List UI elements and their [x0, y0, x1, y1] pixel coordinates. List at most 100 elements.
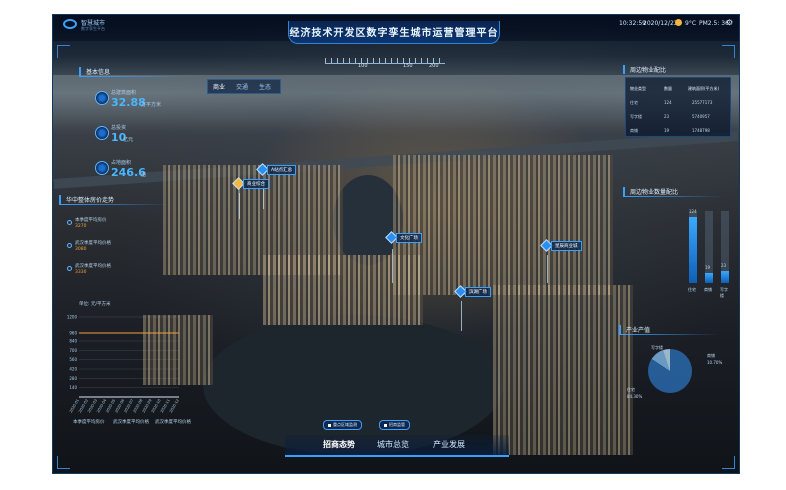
stat-unit: 亩 [141, 172, 147, 178]
frame-corner [57, 456, 70, 469]
pin-line [547, 255, 548, 283]
bar [705, 272, 713, 283]
city-buildings [393, 155, 613, 295]
table-header: 建筑面积(平方米) [688, 86, 720, 91]
city-buildings [493, 285, 633, 455]
price-trend-chart: 14028042056070084096012002020-012020-022… [67, 315, 180, 414]
legend-item: 武汉季度平均价格 [155, 420, 191, 425]
pin-line [239, 193, 240, 219]
pin-line [461, 301, 462, 331]
ruler-label: 100 [358, 63, 368, 69]
investment-icon [95, 126, 109, 140]
nav-industry[interactable]: 产业发展 [433, 439, 465, 450]
investment-pill-button[interactable]: 招商监管 [379, 420, 410, 430]
stat-label: 总建筑面积 [111, 90, 137, 96]
nav-investment[interactable]: 招商态势 [323, 439, 355, 450]
bar-category-label: 商铺 [704, 287, 712, 292]
price-value: 3270 [75, 224, 87, 229]
property-table-title: 周边物业配比 [623, 65, 666, 74]
logo-icon [63, 19, 77, 29]
stat-unit: 亿元 [123, 137, 134, 143]
pill-dot-icon [328, 423, 331, 427]
bar [721, 270, 729, 283]
y-tick-label: 280 [69, 376, 77, 381]
land-area-icon [95, 161, 109, 175]
pill-dot-icon [384, 423, 387, 427]
y-tick-label: 420 [69, 367, 77, 372]
gear-icon[interactable]: ⚙ [726, 18, 733, 27]
bar-value-label: 19 [705, 264, 711, 270]
price-label: 武汉季度平均价格 [75, 241, 111, 246]
nav-city-overview[interactable]: 城市总览 [377, 439, 409, 450]
logo-subtitle: 数字孪生平台 [81, 26, 105, 31]
table-cell: 住宅 [630, 100, 638, 105]
map-pin-label[interactable]: 滨湖广场 [465, 287, 491, 297]
monitor-pill-button[interactable]: 重点区域监测 [323, 420, 362, 430]
table-cell: 124 [664, 100, 672, 105]
frame-corner [57, 45, 70, 58]
table-cell: 1748798 [692, 128, 710, 133]
table-header: 数量 [664, 86, 672, 91]
pie-label: 住宅 [627, 387, 635, 392]
bar-value-label: 23 [721, 262, 727, 268]
price-value: 3330 [75, 270, 87, 275]
price-label: 本季度平均房价 [75, 218, 107, 223]
ruler-label: 150 [403, 63, 413, 69]
bar-category-label: 住宅 [688, 287, 696, 292]
frame-corner [722, 456, 735, 469]
bullet-icon [67, 220, 72, 225]
y-tick-label: 1200 [67, 315, 78, 320]
temperature: 9°C [685, 20, 697, 27]
stat-label: 占地面积 [111, 160, 132, 166]
pie-pct: 84.30% [627, 394, 643, 399]
pie-label: 商铺 [707, 353, 715, 358]
y-tick-label: 960 [69, 331, 77, 336]
pie-pct: 10.70% [707, 360, 723, 365]
property-count-chart: 124 住宅 19 商铺 23 写字楼 [625, 193, 729, 313]
scale-ruler [325, 51, 445, 64]
stat-unit: 万平方米 [141, 102, 162, 108]
category-tabs: 商业 交通 生态 [207, 79, 281, 94]
bar-category-label: 写字楼 [720, 287, 728, 298]
pin-line [392, 249, 393, 283]
y-tick-label: 560 [69, 357, 77, 362]
bars-area: 124 住宅 19 商铺 23 写字楼 [625, 207, 729, 298]
industry-title: 产业产值 [619, 325, 650, 334]
clock-time: 10:32:59 [619, 20, 646, 27]
city-buildings [263, 255, 423, 325]
panel-divider [59, 204, 169, 205]
table-cell: 写字楼 [630, 114, 642, 119]
price-label: 武汉季度平均价格 [75, 264, 111, 269]
pill-label: 重点区域监测 [333, 422, 357, 427]
ruler-label: 200 [429, 63, 439, 69]
bullet-icon [67, 266, 72, 271]
table-cell: 5740957 [692, 114, 710, 119]
table-header: 物业类型 [630, 86, 646, 91]
bullet-icon [67, 243, 72, 248]
map-pin-label[interactable]: A站点汇总 [267, 165, 297, 175]
title-plate: 经济技术开发区数字孪生城市运营管理平台 [288, 21, 500, 44]
map-pin-label[interactable]: 文化广场 [396, 233, 422, 243]
tab-commerce[interactable]: 商业 [213, 82, 225, 91]
table-cell: 19 [664, 128, 670, 133]
legend-item: 本季度平均房价 [73, 420, 105, 425]
tab-traffic[interactable]: 交通 [236, 82, 248, 91]
price-trend-title: 华中整体房价走势 [59, 195, 114, 204]
y-tick-label: 140 [69, 385, 77, 390]
lake [203, 315, 503, 455]
map-pin-label[interactable]: 商业综合 [243, 179, 269, 189]
date: 2020/12/23 [643, 20, 678, 27]
map-pin-label[interactable]: 星辰商业城 [551, 241, 582, 251]
tab-ecology[interactable]: 生态 [259, 82, 271, 91]
frame-corner [722, 45, 735, 58]
map-viewport[interactable]: 智慧城市 数字孪生平台 经济技术开发区数字孪生城市运营管理平台 10:32:59… [52, 14, 740, 474]
bar [689, 217, 697, 283]
price-value: 3080 [75, 247, 87, 252]
y-tick-label: 840 [69, 339, 77, 344]
unit-label: 单位: 元/平方米 [79, 302, 111, 307]
basic-info-title: 基本信息 [79, 67, 110, 76]
pill-label: 招商监管 [389, 422, 405, 427]
table-cell: 23 [664, 114, 670, 119]
legend-item: 武汉季度平均价格 [113, 420, 149, 425]
weather-sun-icon [675, 19, 682, 26]
